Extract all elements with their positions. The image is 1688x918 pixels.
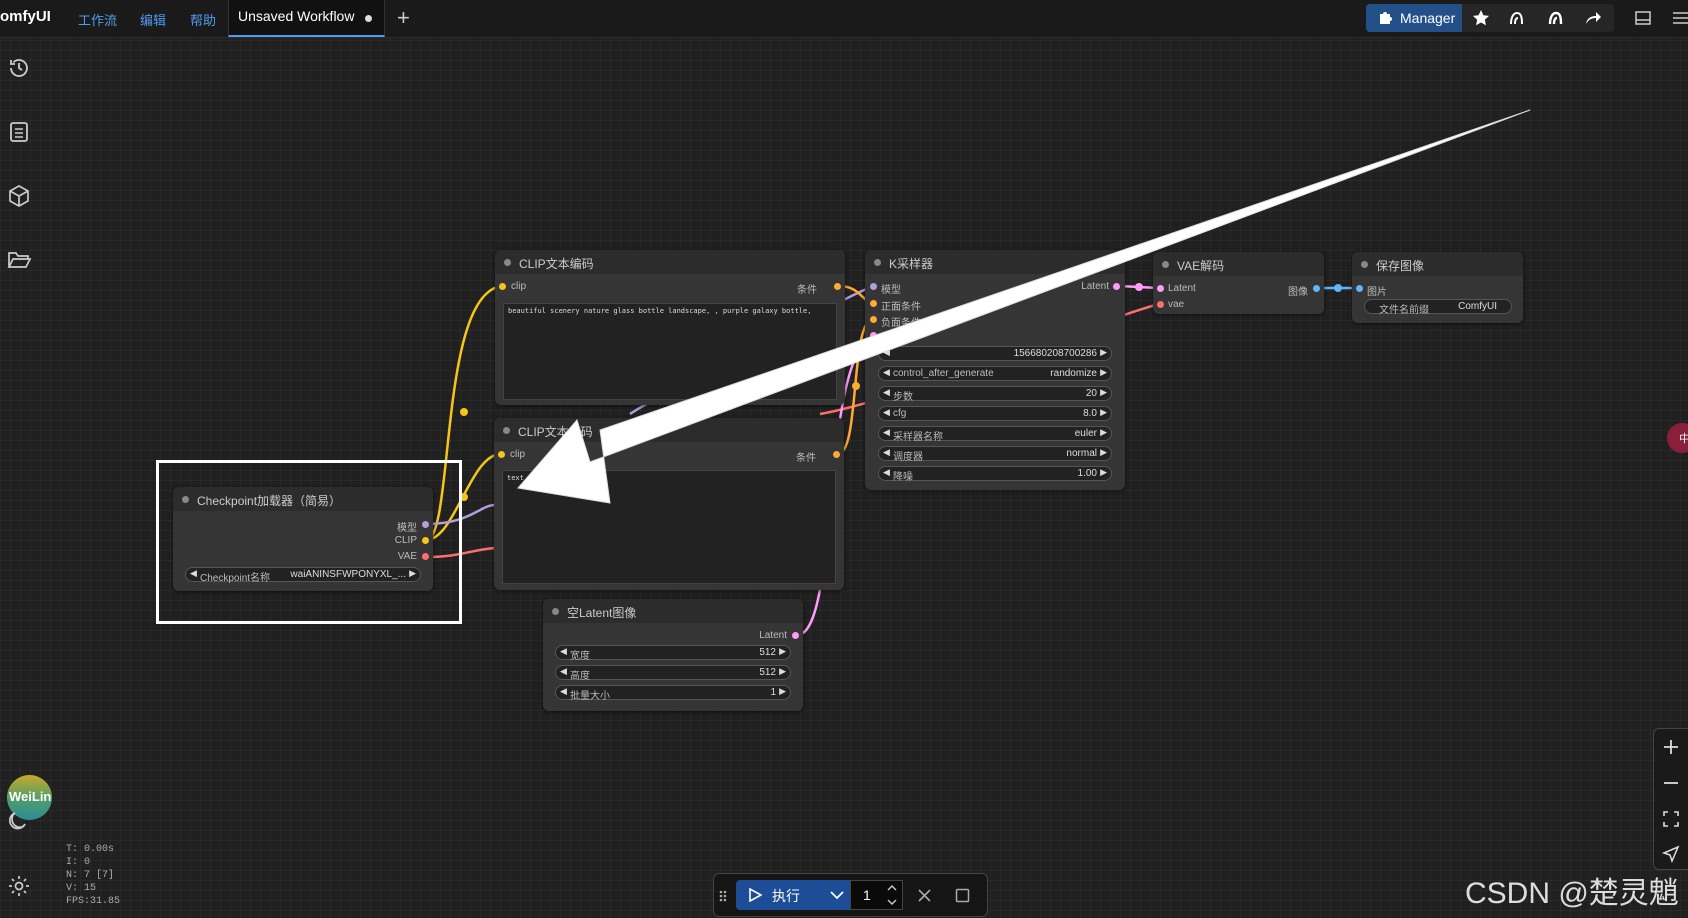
fit-view-icon[interactable] bbox=[1662, 810, 1680, 828]
cancel-x-icon[interactable] bbox=[917, 888, 932, 903]
drag-handle-icon[interactable] bbox=[718, 889, 728, 903]
chevron-down-icon[interactable] bbox=[830, 889, 844, 901]
right-edge-badge-label: 中 bbox=[1679, 433, 1688, 445]
stepper-down-icon[interactable] bbox=[886, 897, 898, 907]
zoom-out-minus-icon[interactable] bbox=[1662, 774, 1680, 792]
stepper-up-icon[interactable] bbox=[886, 883, 898, 893]
batch-count-stepper[interactable]: 1 bbox=[850, 880, 903, 910]
queue-run-bar: 执行 1 bbox=[713, 873, 988, 917]
queue-run-button[interactable]: 执行 bbox=[736, 880, 854, 910]
zoom-in-plus-icon[interactable] bbox=[1662, 738, 1680, 756]
run-label: 执行 bbox=[772, 888, 800, 904]
batch-count-value: 1 bbox=[863, 887, 871, 903]
annotation-arrow bbox=[517, 109, 1531, 504]
play-icon bbox=[749, 888, 762, 902]
stop-square-icon[interactable] bbox=[955, 888, 970, 903]
navigate-pointer-icon[interactable] bbox=[1662, 845, 1680, 863]
zoom-controls bbox=[1653, 728, 1688, 870]
watermark: CSDN @楚灵魈 bbox=[1465, 877, 1679, 910]
